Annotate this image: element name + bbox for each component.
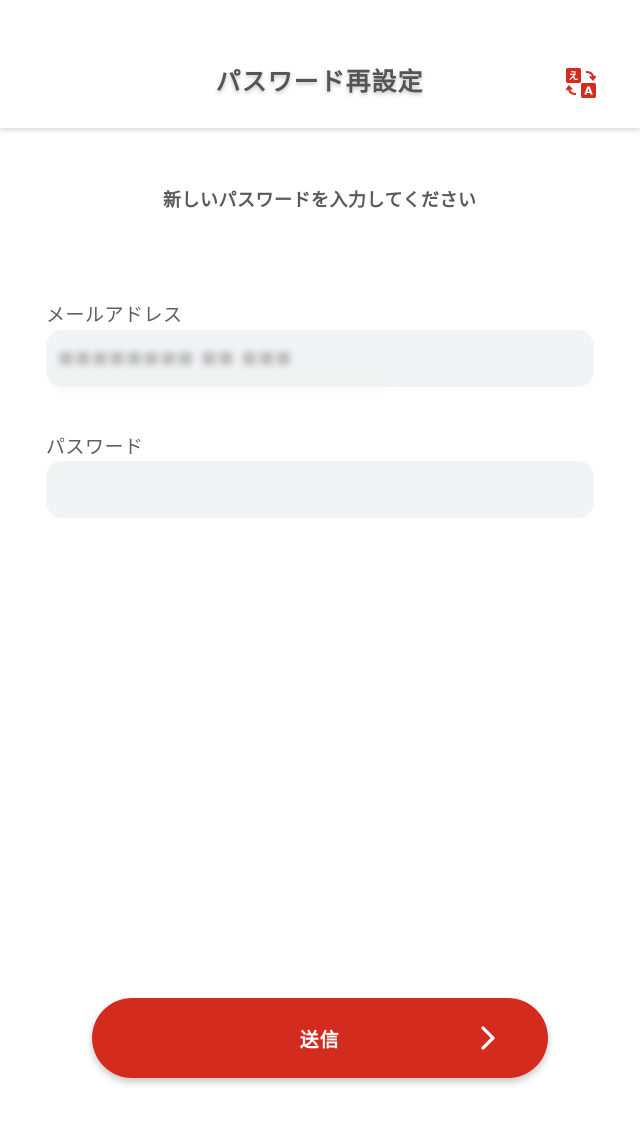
page-title: パスワード再設定 [215, 67, 424, 96]
password-reset-screen: パスワード再設定 え A 新しいパスワードを入力してください メールアドレス ■… [0, 0, 640, 1144]
svg-text:A: A [584, 85, 593, 98]
chevron-right-icon [481, 1026, 495, 1050]
email-label: メールアドレス [46, 304, 183, 326]
app-header: パスワード再設定 え A [0, 0, 640, 128]
email-value: ■■■■■■■■ ■■ ■■■ [58, 348, 293, 368]
translate-button[interactable]: え A [562, 64, 600, 102]
email-blur-artifact [56, 378, 386, 398]
submit-button[interactable]: 送信 [92, 998, 548, 1078]
password-field[interactable] [46, 461, 594, 518]
password-label: パスワード [46, 436, 144, 458]
svg-text:え: え [569, 71, 579, 83]
translate-icon: え A [565, 68, 597, 98]
instruction-text: 新しいパスワードを入力してください [163, 190, 477, 211]
